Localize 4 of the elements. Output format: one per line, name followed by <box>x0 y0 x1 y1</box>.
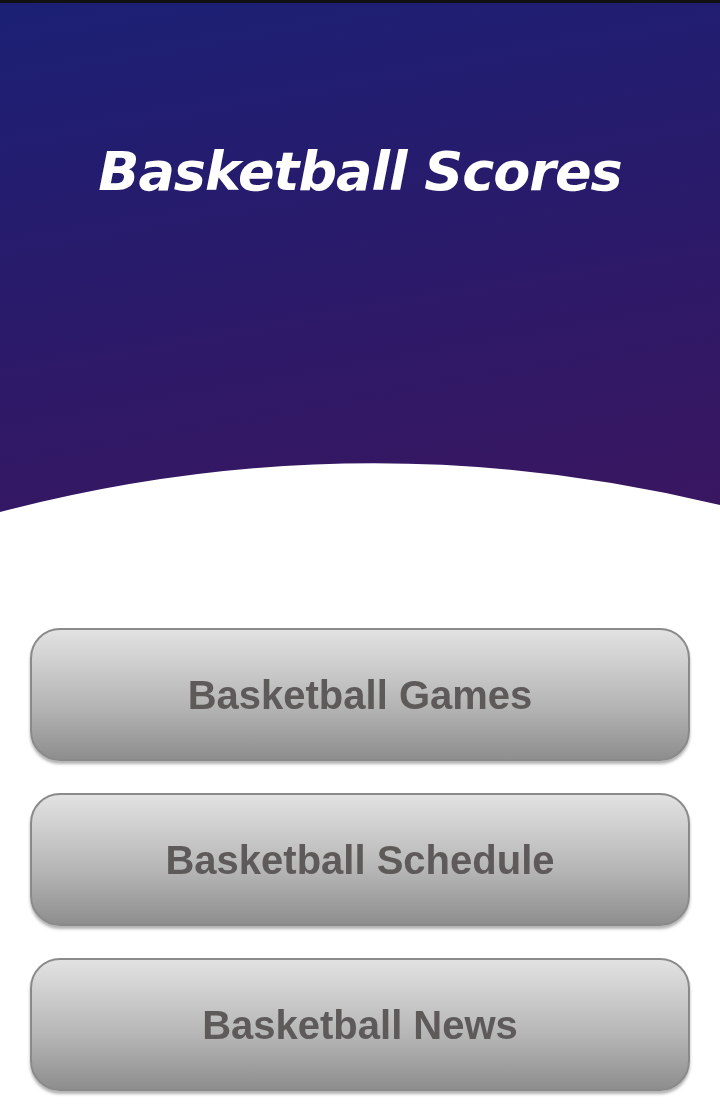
menu-button[interactable]: Basketball Games <box>30 628 690 761</box>
app-title: Basketball Scores <box>97 139 623 205</box>
menu-button[interactable]: Basketball News <box>30 958 690 1091</box>
menu-button[interactable]: Basketball Schedule <box>30 793 690 926</box>
